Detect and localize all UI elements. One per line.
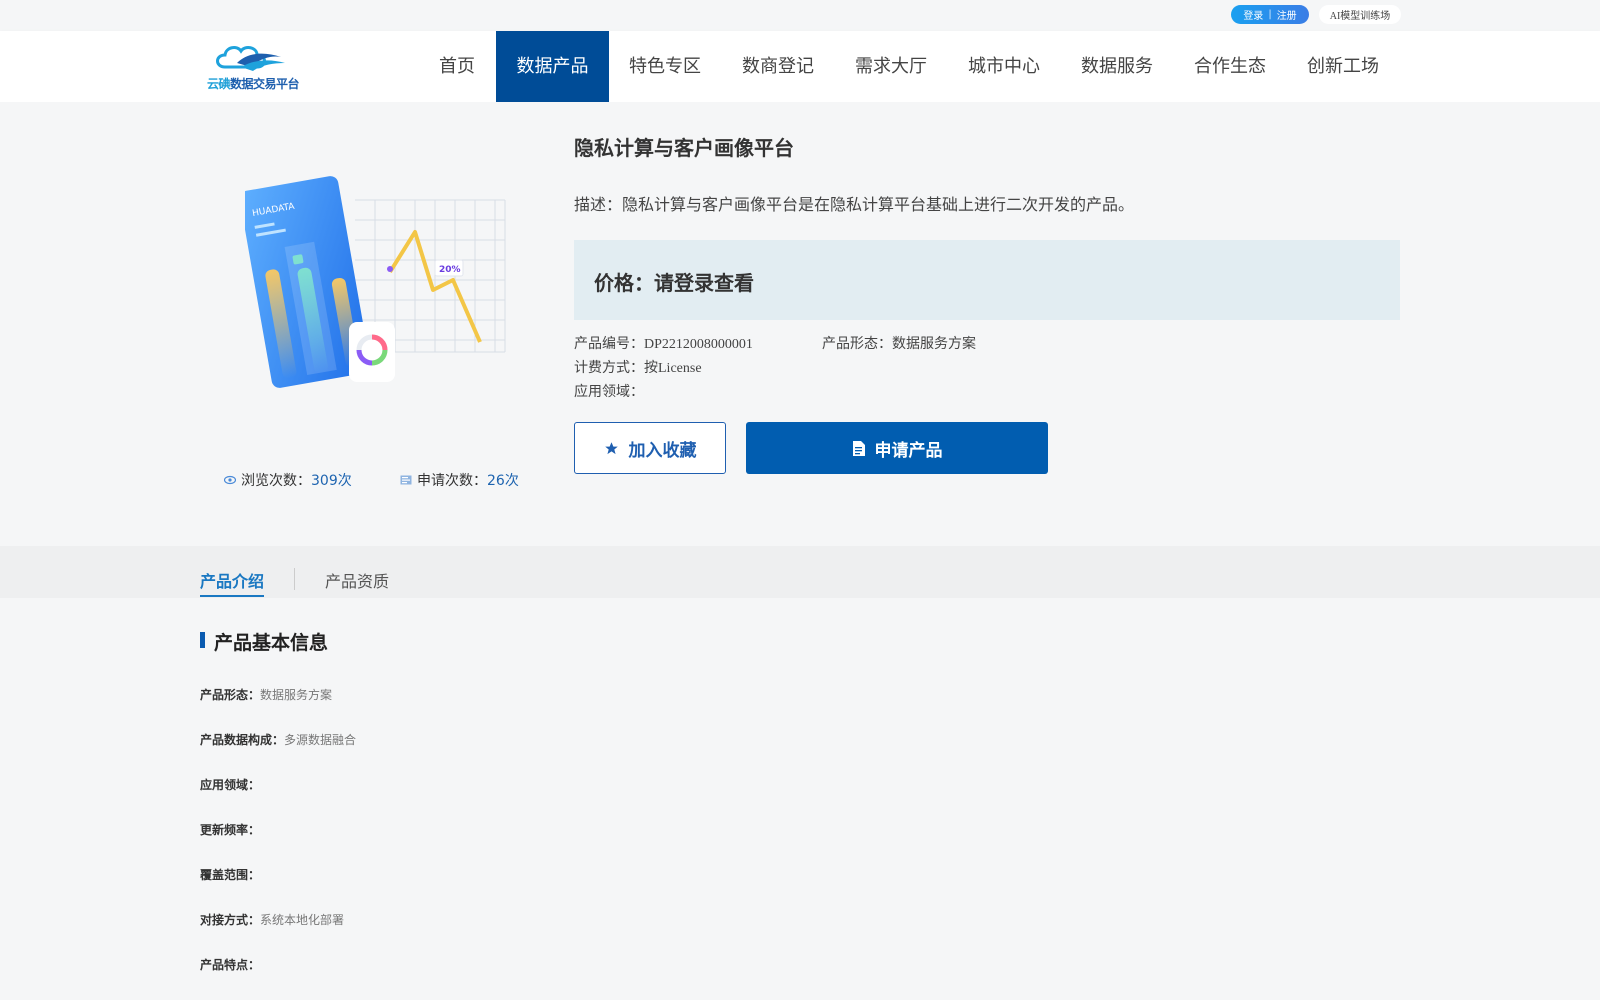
auth-pill: 登录 | 注册 [1231, 5, 1309, 24]
illustration-percent: 20% [439, 265, 461, 275]
product-description: 描述：隐私计算与客户画像平台是在隐私计算平台基础上进行二次开发的产品。 [574, 195, 1135, 214]
view-count: 浏览次数： 309次 [224, 470, 352, 490]
product-code: 产品编号：DP2212008000001 [574, 337, 753, 352]
nav-featured-zone[interactable]: 特色专区 [624, 31, 706, 102]
info-row-coverage: 覆盖范围： [200, 866, 260, 883]
apply-count-value: 26次 [487, 473, 519, 489]
logo-text-brand: 云碘 [207, 77, 231, 91]
info-value: 多源数据融合 [284, 733, 357, 747]
top-utility-bar: 登录 | 注册 AI模型训练场 [0, 0, 1600, 31]
active-tab-underline [200, 595, 264, 597]
info-key: 产品数据构成： [200, 733, 285, 747]
info-value: 系统本地化部署 [260, 913, 345, 927]
info-key: 产品形态： [200, 688, 261, 702]
auth-separator: | [1268, 9, 1272, 20]
detail-tabs: 产品介绍 产品资质 [0, 546, 1600, 598]
product-title: 隐私计算与客户画像平台 [574, 136, 794, 160]
nav-home[interactable]: 首页 [429, 31, 485, 102]
info-key: 产品特点： [200, 958, 261, 972]
nav-data-products[interactable]: 数据产品 [496, 31, 609, 102]
site-logo[interactable]: 云碘数据交易平台 [207, 41, 303, 93]
price-box: 价格：请登录查看 [574, 240, 1400, 320]
info-row-features: 产品特点： [200, 956, 260, 973]
info-row-update-frequency: 更新频率： [200, 821, 260, 838]
tab-product-qualification[interactable]: 产品资质 [325, 568, 389, 592]
info-row-domain: 应用领域： [200, 776, 260, 793]
document-stats-icon [400, 475, 412, 485]
product-illustration: 20% HUADATA [245, 176, 506, 388]
view-count-value: 309次 [311, 473, 352, 489]
nav-merchant-registration[interactable]: 数商登记 [737, 31, 819, 102]
nav-city-center[interactable]: 城市中心 [963, 31, 1045, 102]
nav-innovation-workshop[interactable]: 创新工场 [1302, 31, 1384, 102]
apply-count: 申请次数： 26次 [400, 470, 519, 490]
product-form: 产品形态：数据服务方案 [822, 337, 976, 352]
info-key: 更新频率： [200, 823, 261, 837]
apply-product-button[interactable]: 申请产品 [746, 422, 1048, 474]
tab-product-intro[interactable]: 产品介绍 [200, 568, 264, 592]
cloud-logo-icon [216, 46, 285, 71]
nav-partner-ecosystem[interactable]: 合作生态 [1189, 31, 1271, 102]
star-icon [604, 441, 618, 454]
application-domain: 应用领域： [574, 385, 644, 400]
login-link[interactable]: 登录 [1243, 7, 1263, 22]
logo-text-platform: 数据交易平台 [230, 77, 300, 91]
favorite-label: 加入收藏 [628, 440, 697, 461]
logo-text: 云碘数据交易平台 [207, 75, 300, 92]
main-header: 云碘数据交易平台 首页 数据产品 特色专区 数商登记 需求大厅 城市中心 数据服… [0, 31, 1600, 102]
view-count-label: 浏览次数： [241, 473, 311, 489]
ai-training-link[interactable]: AI模型训练场 [1319, 5, 1401, 24]
info-key: 应用领域： [200, 778, 261, 792]
basic-info-section: 产品基本信息 产品形态：数据服务方案 产品数据构成：多源数据融合 应用领域： 更… [0, 598, 1600, 1000]
document-icon [852, 440, 865, 456]
info-row-data-composition: 产品数据构成：多源数据融合 [200, 731, 356, 748]
apply-label: 申请产品 [874, 440, 943, 461]
eye-icon [224, 475, 236, 485]
billing-method: 计费方式：按License [574, 361, 702, 376]
add-to-favorites-button[interactable]: 加入收藏 [574, 422, 726, 474]
section-title: 产品基本信息 [214, 632, 329, 654]
nav-data-services[interactable]: 数据服务 [1076, 31, 1158, 102]
register-link[interactable]: 注册 [1277, 7, 1297, 22]
info-value: 数据服务方案 [260, 688, 333, 702]
apply-count-label: 申请次数： [417, 473, 487, 489]
tab-divider [294, 568, 295, 590]
info-key: 对接方式： [200, 913, 261, 927]
section-accent-bar [200, 632, 205, 648]
price-text: 价格：请登录查看 [594, 271, 754, 295]
nav-demand-hall[interactable]: 需求大厅 [850, 31, 932, 102]
info-row-form: 产品形态：数据服务方案 [200, 686, 332, 703]
info-key: 覆盖范围： [200, 868, 261, 882]
info-row-integration-method: 对接方式：系统本地化部署 [200, 911, 344, 928]
